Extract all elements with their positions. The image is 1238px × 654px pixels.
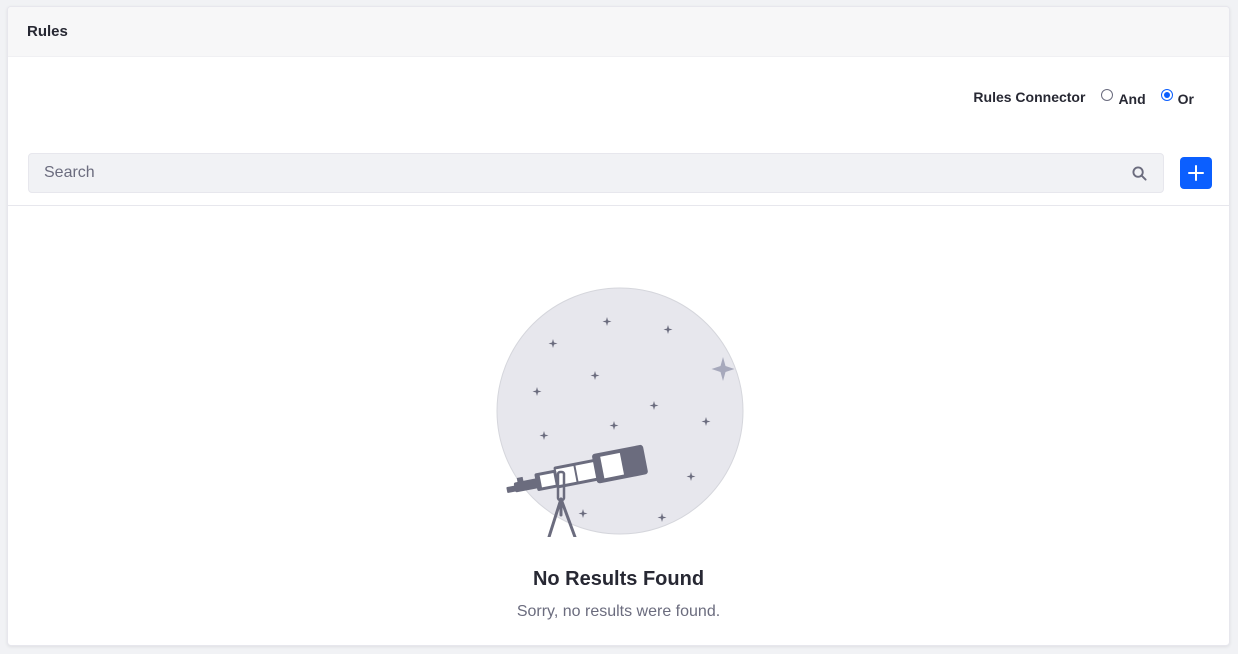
radio-option-or[interactable]: Or [1160, 87, 1194, 107]
rules-connector-label: Rules Connector [973, 89, 1086, 105]
panel-title: Rules [27, 23, 68, 40]
radio-option-and[interactable]: And [1101, 87, 1146, 107]
empty-state-subtitle: Sorry, no results were found. [516, 603, 721, 620]
panel-header: Rules [8, 7, 1229, 57]
radio-and[interactable] [1101, 89, 1114, 101]
radio-or[interactable] [1160, 89, 1173, 101]
divider [8, 205, 1229, 206]
radio-and-label: And [1118, 91, 1146, 107]
plus-icon [1188, 165, 1204, 181]
rules-panel: Rules Rules Connector And Or Search No R… [7, 6, 1230, 646]
telescope-stars-illustration [496, 287, 744, 537]
radio-or-label: Or [1177, 91, 1194, 107]
rules-connector-group: Rules Connector And Or [973, 87, 1194, 107]
empty-state-title: No Results Found [532, 568, 705, 590]
add-rule-button[interactable] [1180, 157, 1212, 189]
search-icon[interactable] [1131, 165, 1147, 181]
search-input[interactable] [29, 153, 1131, 193]
search-bar [28, 153, 1164, 193]
